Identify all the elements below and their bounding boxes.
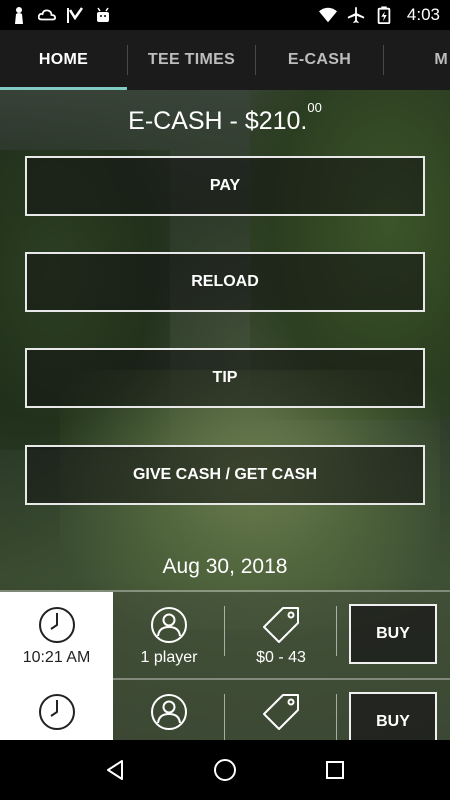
price-tag-icon — [263, 694, 299, 730]
tee-time-cell: 10:21 AM — [0, 592, 113, 680]
give-get-cash-button[interactable]: GIVE CASH / GET CASH — [25, 445, 425, 505]
home-button[interactable] — [205, 750, 245, 790]
wifi-icon — [318, 7, 337, 23]
tab-more[interactable]: M — [384, 30, 448, 90]
home-circle-icon — [214, 759, 236, 781]
system-nav-bar — [0, 740, 450, 800]
price-label: $0 - 43 — [256, 649, 306, 666]
tee-time-date: Aug 30, 2018 — [162, 555, 288, 578]
battery-charging-icon — [377, 6, 391, 24]
player-icon — [151, 607, 187, 643]
cloud-icon — [38, 9, 56, 21]
price-tag-icon — [263, 607, 299, 643]
back-button[interactable] — [95, 750, 135, 790]
android-icon — [97, 7, 109, 22]
back-triangle-icon — [107, 760, 123, 780]
reload-button[interactable]: RELOAD — [25, 252, 425, 312]
ecash-balance-amount: E-CASH - $210. — [128, 107, 308, 135]
tab-tee-times[interactable]: TEE TIMES — [128, 30, 255, 90]
tee-time-label: 10:21 AM — [22, 649, 91, 666]
check-flag-icon — [67, 7, 84, 23]
recents-square-icon — [326, 761, 344, 779]
clock-icon — [38, 694, 75, 730]
airplane-mode-icon — [347, 6, 365, 24]
buy-button[interactable]: BUY — [349, 604, 437, 664]
players-cell: 1 player — [113, 592, 225, 680]
player-icon — [151, 694, 187, 730]
clock-icon — [38, 607, 75, 643]
tip-button[interactable]: TIP — [25, 348, 425, 408]
recents-button[interactable] — [315, 750, 355, 790]
price-cell: $0 - 43 — [225, 592, 337, 680]
ecash-balance-cents: 00 — [307, 99, 322, 115]
pay-button[interactable]: PAY — [25, 156, 425, 216]
tee-time-row[interactable]: 10:21 AM 1 player $0 - 43 BUY — [0, 592, 450, 680]
person-silhouette-icon — [15, 7, 23, 24]
status-bar: 4:03 — [0, 0, 450, 30]
tab-home[interactable]: HOME — [0, 30, 127, 90]
clock-time: 4:03 — [406, 5, 440, 24]
top-tab-bar: HOME TEE TIMES E-CASH M — [0, 30, 450, 90]
ecash-balance: E-CASH - $210.00 — [0, 100, 450, 136]
players-label: 1 player — [140, 649, 198, 666]
tab-e-cash[interactable]: E-CASH — [256, 30, 383, 90]
